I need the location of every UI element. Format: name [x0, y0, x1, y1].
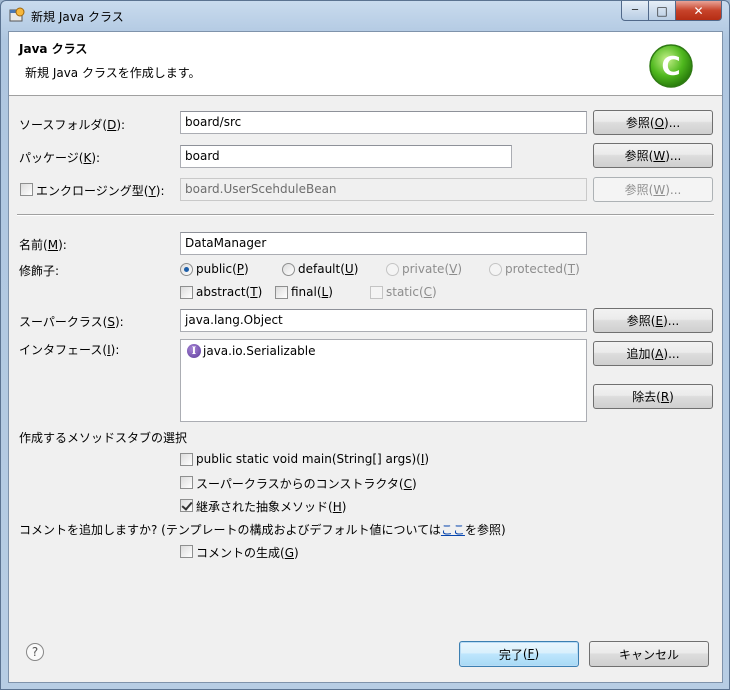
banner-title: Java クラス: [19, 42, 88, 56]
logo-letter: C: [661, 52, 680, 82]
maximize-button[interactable]: □: [649, 1, 676, 21]
modifiers-label: 修飾子:: [19, 264, 60, 278]
superclass-input[interactable]: java.lang.Object: [180, 309, 587, 332]
package-browse-button[interactable]: 参照(W)...: [593, 143, 713, 168]
source-folder-browse-button[interactable]: 参照(O)...: [593, 110, 713, 135]
name-label: 名前(M):: [19, 238, 67, 252]
section-separator: [17, 214, 714, 216]
package-label: パッケージ(K):: [19, 151, 101, 165]
public-radio[interactable]: [180, 263, 193, 276]
source-folder-label: ソースフォルダ(D):: [19, 118, 126, 132]
superclass-browse-button[interactable]: 参照(E)...: [593, 308, 713, 333]
wizard-banner: Java クラス 新規 Java クラスを作成します。 C: [9, 32, 722, 96]
final-checkbox[interactable]: [275, 286, 288, 299]
default-radio-label: default(U): [298, 262, 359, 276]
title-bar[interactable]: 新規 Java クラス ─ □ ✕: [1, 1, 729, 31]
public-radio-label: public(P): [196, 262, 249, 276]
minimize-icon: ─: [631, 5, 639, 16]
protected-radio-label: protected(T): [505, 262, 580, 276]
enclosing-type-input[interactable]: board.UserScehduleBean: [180, 178, 587, 201]
default-radio[interactable]: [282, 263, 295, 276]
help-glyph: ?: [31, 645, 39, 659]
enclosing-type-browse-button[interactable]: 参照(W)...: [593, 177, 713, 202]
close-icon: ✕: [693, 3, 704, 18]
superclass-label: スーパークラス(S):: [19, 315, 124, 329]
generate-comments-checkbox[interactable]: [180, 545, 193, 558]
main-method-checkbox[interactable]: [180, 453, 193, 466]
add-interface-button[interactable]: 追加(A)...: [593, 341, 713, 366]
final-checkbox-label: final(L): [291, 285, 333, 299]
source-folder-input[interactable]: board/src: [180, 111, 587, 134]
inherited-abstract-methods-checkbox[interactable]: [180, 499, 193, 512]
static-checkbox-label: static(C): [386, 285, 437, 299]
remove-interface-button[interactable]: 除去(R): [593, 384, 713, 409]
eclipse-app-icon: [9, 7, 25, 22]
banner-description: 新規 Java クラスを作成します。: [25, 66, 201, 80]
generate-comments-label: コメントの生成(G): [196, 546, 299, 560]
minimize-button[interactable]: ─: [621, 1, 649, 21]
interface-icon: I: [187, 344, 201, 358]
protected-radio[interactable]: [489, 263, 502, 276]
interfaces-list[interactable]: I java.io.Serializable: [180, 339, 587, 422]
inherited-abstract-methods-label: 継承された抽象メソッド(H): [196, 500, 347, 514]
method-stubs-label: 作成するメソッドスタブの選択: [19, 431, 188, 445]
interfaces-label: インタフェース(I):: [19, 343, 120, 357]
enclosing-type-checkbox[interactable]: [20, 183, 33, 196]
abstract-checkbox[interactable]: [180, 286, 193, 299]
class-name-input[interactable]: DataManager: [180, 232, 587, 255]
close-button[interactable]: ✕: [676, 1, 722, 21]
comments-question: コメントを追加しますか? (テンプレートの構成およびデフォルト値についてはここを…: [19, 523, 506, 537]
window-title: 新規 Java クラス: [31, 10, 124, 24]
enclosing-type-label: エンクロージング型(Y):: [36, 184, 165, 198]
maximize-icon: □: [656, 3, 668, 18]
main-method-checkbox-label: public static void main(String[] args)(I…: [196, 452, 430, 466]
constructors-checkbox-label: スーパークラスからのコンストラクタ(C): [196, 477, 417, 491]
list-item[interactable]: I java.io.Serializable: [187, 344, 316, 358]
private-radio[interactable]: [386, 263, 399, 276]
static-checkbox[interactable]: [370, 286, 383, 299]
finish-button[interactable]: 完了(F): [459, 641, 579, 667]
dialog-window: 新規 Java クラス ─ □ ✕ Java クラス 新規 Java クラスを作…: [0, 0, 730, 690]
private-radio-label: private(V): [402, 262, 463, 276]
help-question-icon[interactable]: ?: [26, 643, 44, 661]
abstract-checkbox-label: abstract(T): [196, 285, 263, 299]
template-preferences-link[interactable]: ここ: [441, 523, 465, 537]
interface-name: java.io.Serializable: [203, 344, 316, 358]
eclipse-class-c-icon: C: [649, 44, 693, 88]
constructors-checkbox[interactable]: [180, 476, 193, 489]
cancel-button[interactable]: キャンセル: [589, 641, 709, 667]
dialog-client-area: Java クラス 新規 Java クラスを作成します。 C ソースフォルダ(D)…: [8, 31, 723, 683]
package-input[interactable]: board: [180, 145, 512, 168]
